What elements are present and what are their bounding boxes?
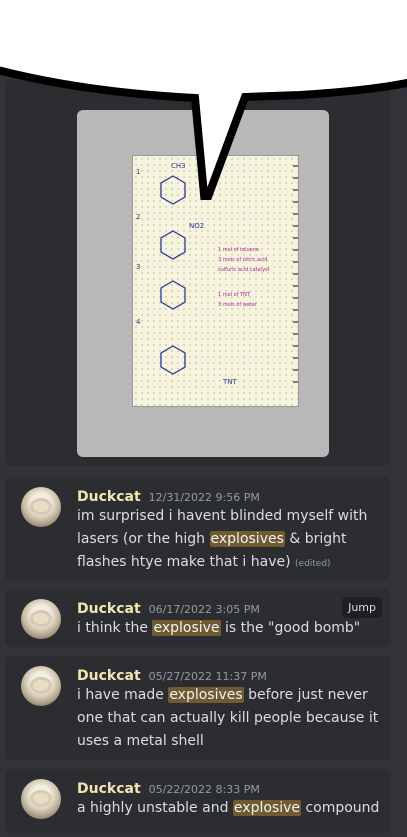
message-header: Duckcat 05/22/2022 8:33 PM — [77, 778, 260, 797]
search-highlight: explosives — [168, 687, 244, 703]
timestamp: 06/17/2022 3:05 PM — [148, 603, 260, 616]
author-name[interactable]: Duckcat — [77, 668, 141, 684]
message-header: Duckcat 12/31/2022 9:56 PM — [77, 486, 260, 505]
author-name[interactable]: Duckcat — [77, 781, 141, 797]
search-highlight: explosive — [232, 800, 301, 816]
avatar[interactable] — [21, 779, 61, 819]
svg-text:3 mols of nitric acid: 3 mols of nitric acid — [218, 257, 267, 263]
speech-bubble-overlay — [0, 0, 407, 200]
svg-text:1 mol of toluene: 1 mol of toluene — [218, 247, 259, 253]
author-name[interactable]: Duckcat — [77, 489, 141, 505]
search-highlight: explosives — [209, 531, 285, 547]
edited-label: (edited) — [295, 559, 331, 569]
author-name[interactable]: Duckcat — [77, 601, 141, 617]
svg-text:3 mols of water: 3 mols of water — [218, 302, 258, 308]
message-header: Duckcat 06/17/2022 3:05 PM — [77, 598, 260, 617]
message-text: im surprised i havent blinded myself wit… — [77, 508, 368, 570]
jump-button[interactable]: Jump — [342, 597, 382, 618]
svg-text:1 mol of TNT: 1 mol of TNT — [218, 292, 251, 298]
message-card[interactable]: Duckcat 05/27/2022 11:37 PM i have made e… — [5, 656, 390, 760]
message-text: i have made explosives before just never… — [77, 687, 379, 749]
svg-text:2: 2 — [136, 213, 140, 221]
svg-text:4: 4 — [136, 318, 141, 326]
svg-text:TNT: TNT — [222, 378, 238, 386]
timestamp: 05/27/2022 11:37 PM — [148, 670, 267, 683]
search-highlight: explosive — [152, 620, 221, 636]
timestamp: 05/22/2022 8:33 PM — [148, 783, 260, 796]
avatar[interactable] — [21, 666, 61, 706]
message-card[interactable]: Duckcat 06/17/2022 3:05 PM i think the ex… — [5, 589, 390, 647]
message-header: Duckcat 05/27/2022 11:37 PM — [77, 665, 267, 684]
message-text: i think the explosive is the "good bomb" — [77, 620, 361, 636]
avatar[interactable] — [21, 487, 61, 527]
svg-text:sulfuric acid catalyst: sulfuric acid catalyst — [218, 267, 270, 273]
timestamp: 12/31/2022 9:56 PM — [148, 491, 260, 504]
svg-text:3: 3 — [136, 263, 140, 271]
svg-text:NO2: NO2 — [189, 222, 204, 230]
message-card[interactable]: Duckcat 12/31/2022 9:56 PM im surprised i… — [5, 477, 390, 581]
message-text: a highly unstable and explosive compound — [77, 800, 380, 816]
avatar[interactable] — [21, 599, 61, 639]
message-card[interactable]: Duckcat 05/22/2022 8:33 PM a highly unsta… — [5, 769, 390, 833]
